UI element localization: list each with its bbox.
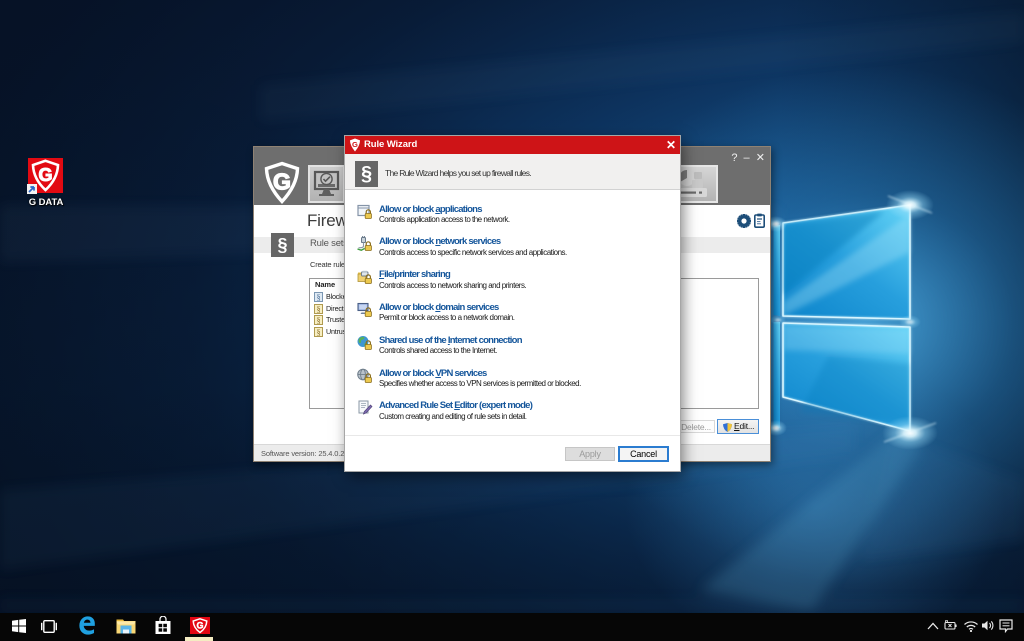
svg-text:§: § [317, 316, 321, 325]
svg-text:§: § [317, 293, 321, 302]
svg-text:§: § [317, 305, 321, 314]
svg-text:G: G [196, 621, 203, 631]
svg-text:§: § [317, 328, 321, 337]
svg-text:G: G [352, 140, 358, 149]
svg-text:G: G [38, 165, 52, 185]
svg-text:G: G [273, 169, 291, 195]
